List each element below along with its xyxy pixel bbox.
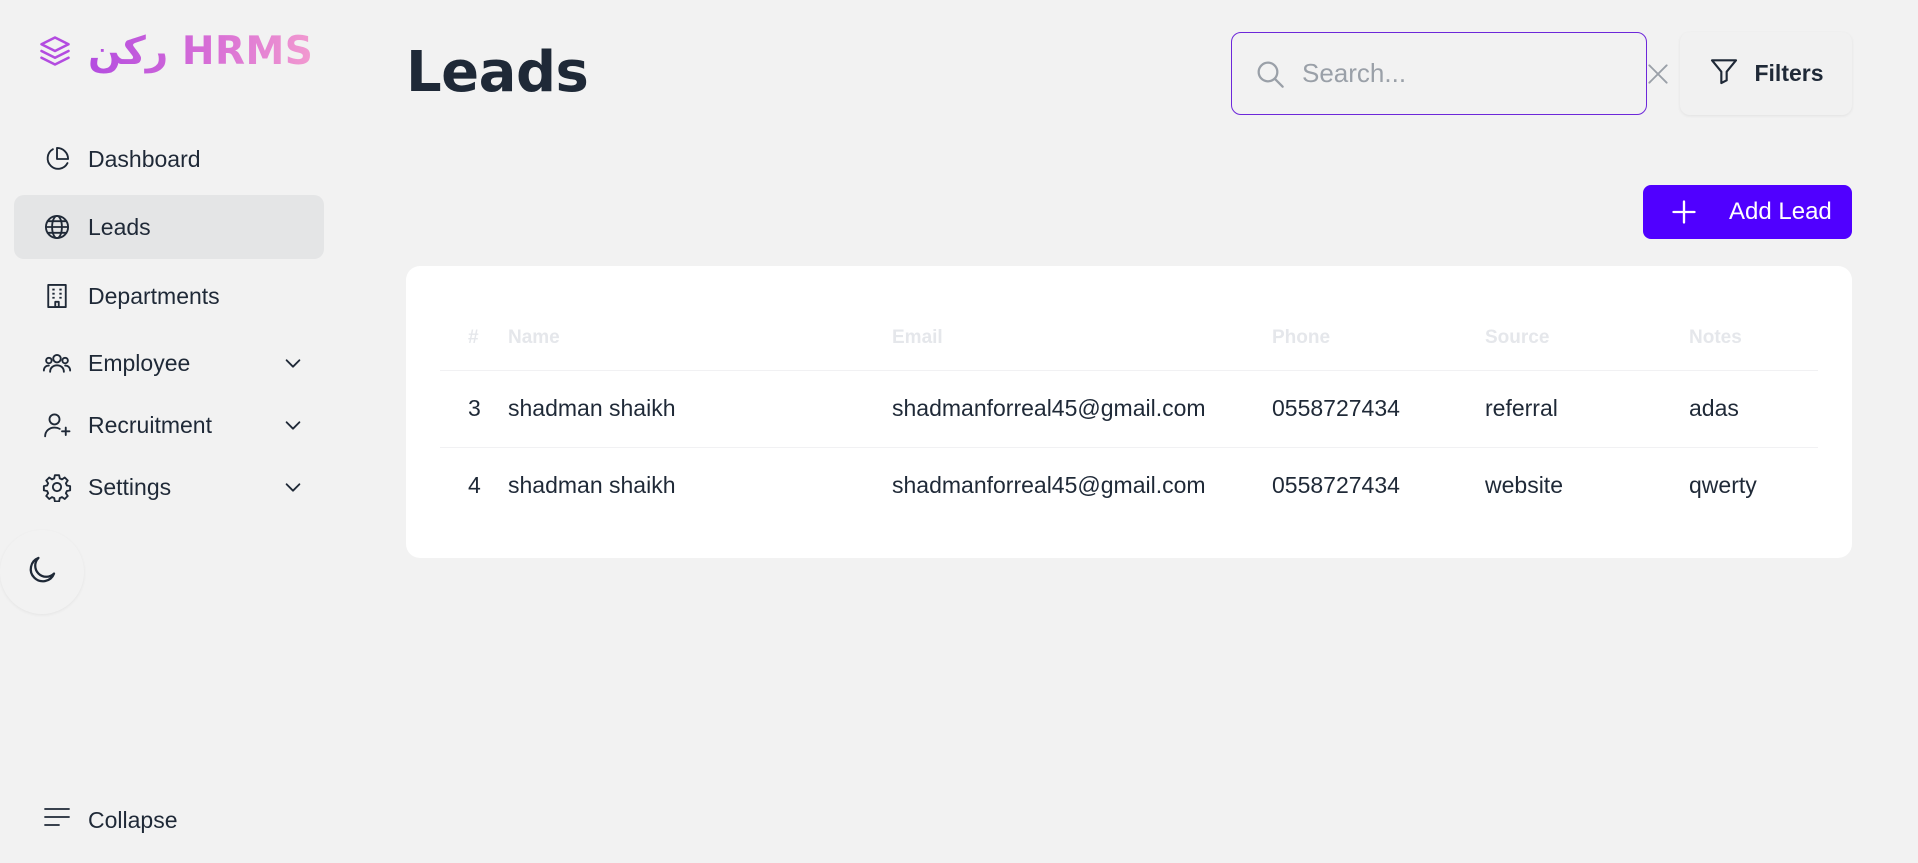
sidebar-item-leads[interactable]: Leads: [14, 195, 324, 259]
sidebar-item-label: Recruitment: [88, 411, 212, 438]
add-lead-button[interactable]: Add Lead: [1643, 185, 1852, 239]
brand-logo[interactable]: ركن HRMS: [36, 26, 313, 76]
cell-phone: 0558727434: [1272, 370, 1485, 448]
globe-icon: [42, 212, 72, 242]
cell-source: website: [1485, 472, 1563, 499]
sidebar-item-label: Departments: [88, 282, 220, 309]
page-title: Leads: [406, 40, 589, 105]
column-header-name[interactable]: Name: [508, 306, 892, 371]
sidebar-item-employee[interactable]: Employee: [14, 333, 324, 393]
chevron-down-icon[interactable]: [280, 350, 306, 376]
filters-button[interactable]: Filters: [1680, 32, 1852, 115]
layers-icon: [36, 32, 74, 70]
chevron-down-icon[interactable]: [280, 412, 306, 438]
filters-label: Filters: [1754, 60, 1824, 86]
search-input[interactable]: [1302, 33, 1637, 114]
column-header-notes[interactable]: Notes: [1689, 306, 1818, 371]
collapse-label: Collapse: [88, 806, 178, 833]
user-plus-icon: [42, 410, 72, 440]
collapse-button[interactable]: Collapse: [42, 800, 178, 840]
gear-icon: [42, 472, 72, 502]
sidebar-item-settings[interactable]: Settings: [14, 457, 324, 517]
users-icon: [42, 348, 72, 378]
search-icon: [1254, 57, 1286, 91]
sidebar-item-recruitment[interactable]: Recruitment: [14, 393, 324, 457]
menu-lines-icon: [42, 805, 72, 835]
brand-name: ركن HRMS: [88, 28, 314, 74]
cell-notes: adas: [1689, 370, 1818, 448]
cell-name: shadman shaikh: [508, 370, 892, 448]
cell-source: referral: [1485, 370, 1689, 448]
sidebar-item-label: Leads: [88, 213, 151, 240]
cell-phone: 0558727434: [1272, 472, 1400, 499]
cell-number: 3: [440, 370, 508, 448]
chevron-down-icon[interactable]: [280, 474, 306, 500]
column-header-source[interactable]: Source: [1485, 306, 1689, 371]
column-header-number[interactable]: #: [440, 306, 508, 371]
close-icon[interactable]: [1645, 59, 1671, 89]
sidebar-item-label: Employee: [88, 349, 191, 376]
cell-number: 4: [468, 472, 481, 499]
cell-notes: qwerty: [1689, 472, 1757, 499]
sidebar-nav: Dashboard Leads Departments Employee Rec…: [14, 126, 324, 517]
column-header-phone[interactable]: Phone: [1272, 306, 1485, 371]
cell-email: shadmanforreal45@gmail.com: [892, 472, 1206, 499]
moon-icon: [25, 553, 59, 592]
sidebar-item-label: Dashboard: [88, 145, 201, 172]
table-row[interactable]: 3 shadman shaikh shadmanforreal45@gmail.…: [440, 370, 1818, 448]
cell-name: shadman shaikh: [508, 472, 676, 499]
table-row[interactable]: 4 shadman shaikh shadmanforreal45@gmail.…: [440, 447, 1818, 524]
building-icon: [42, 281, 72, 311]
leads-table-card: # Name Email Phone Source Notes 3 shadma…: [406, 266, 1852, 558]
leads-table: # Name Email Phone Source Notes 3 shadma…: [440, 306, 1818, 524]
cell-email: shadmanforreal45@gmail.com: [892, 370, 1272, 448]
filter-icon: [1708, 55, 1740, 93]
table-header-row: # Name Email Phone Source Notes: [440, 306, 1818, 371]
sidebar-item-dashboard[interactable]: Dashboard: [14, 126, 324, 192]
column-header-email[interactable]: Email: [892, 306, 1272, 371]
plus-icon: [1669, 197, 1699, 227]
pie-chart-icon: [42, 144, 72, 174]
sidebar: ركن HRMS Dashboard Leads Departments Emp…: [0, 0, 340, 863]
sidebar-item-label: Settings: [88, 473, 172, 500]
sidebar-item-departments[interactable]: Departments: [14, 259, 324, 333]
theme-toggle-button[interactable]: [0, 530, 84, 614]
search-box[interactable]: [1231, 32, 1668, 115]
add-lead-label: Add Lead: [1729, 198, 1832, 225]
